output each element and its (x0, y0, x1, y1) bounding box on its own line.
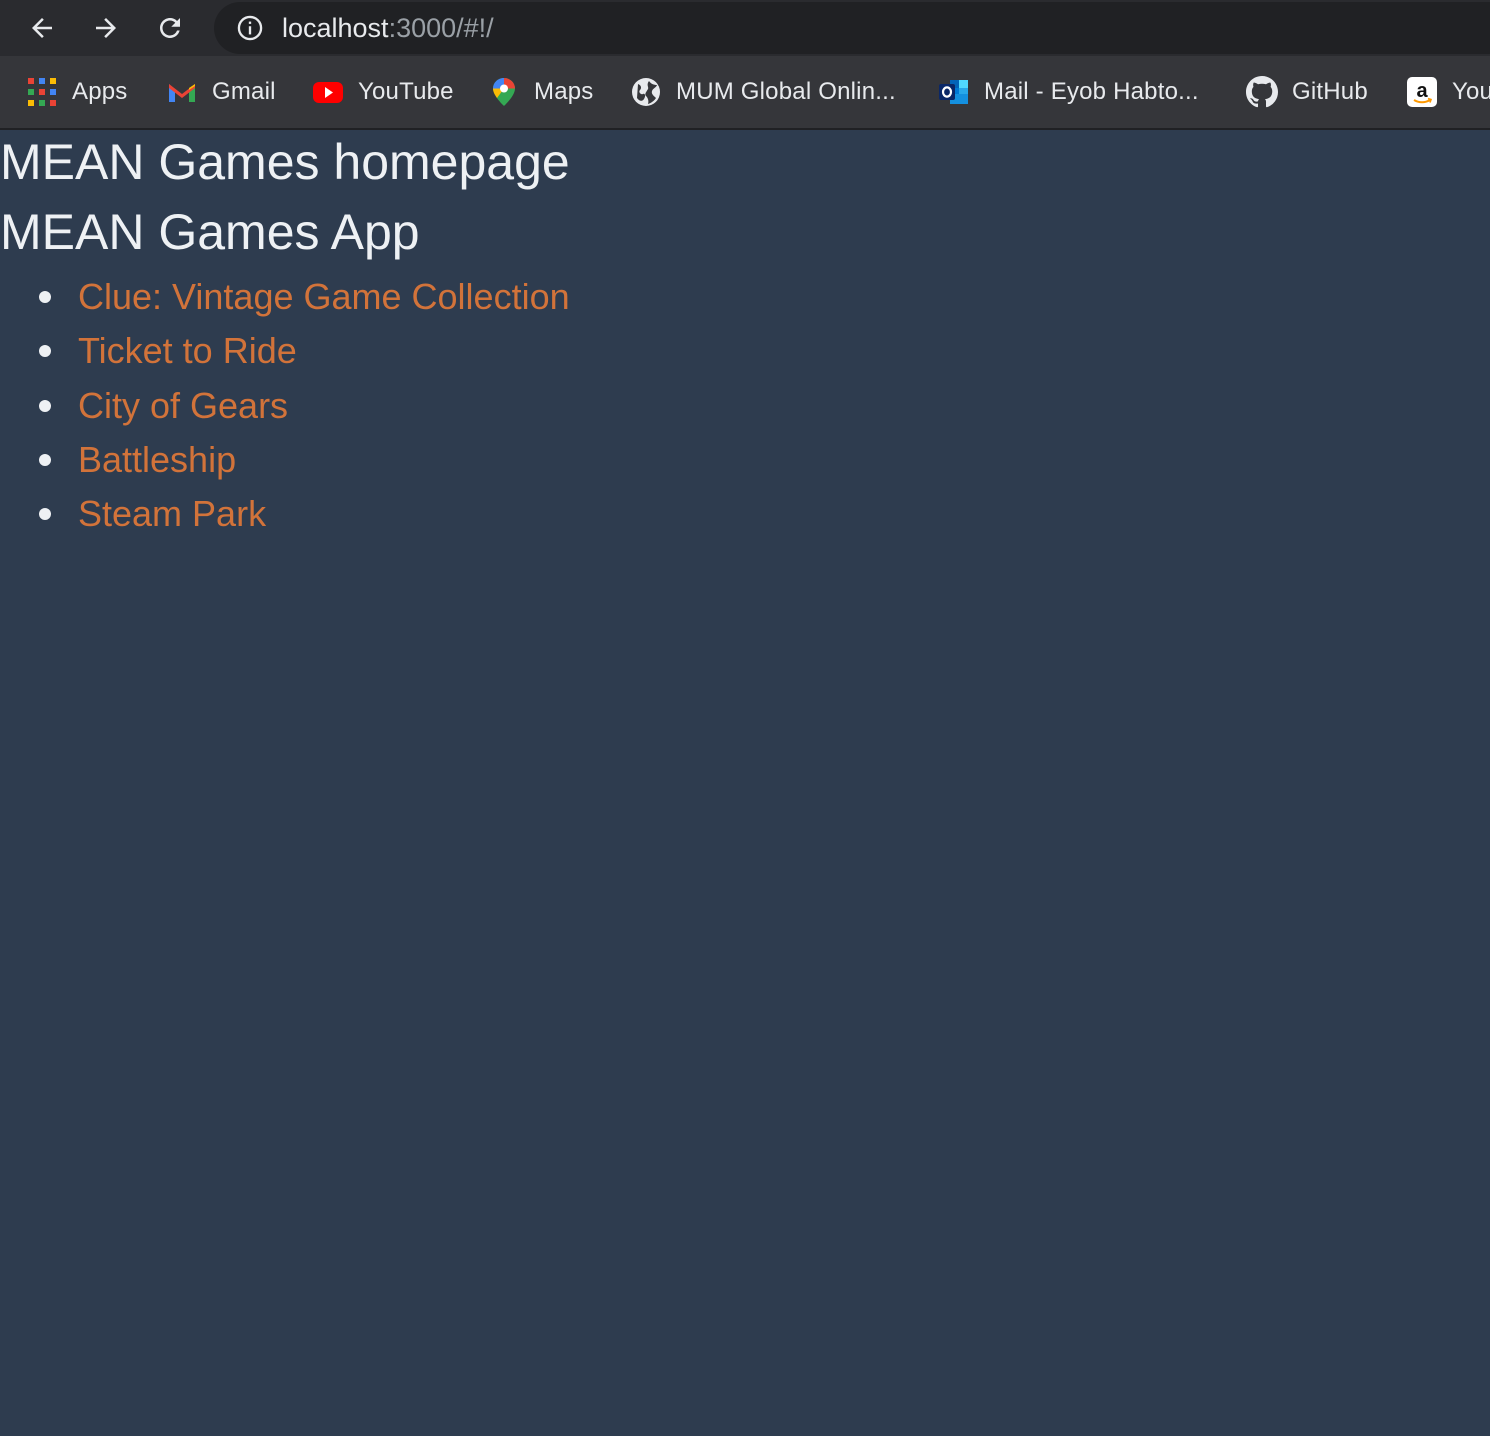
bookmark-maps[interactable]: Maps (488, 56, 594, 128)
bookmark-label: Mail - Eyob Habto... (984, 78, 1199, 105)
maps-pin-icon (488, 76, 520, 108)
bookmark-label: YouTube (358, 78, 454, 105)
page-title: MEAN Games homepage (0, 134, 570, 190)
outlook-icon (938, 76, 970, 108)
svg-text:a: a (1416, 80, 1428, 102)
bookmarks-bar: Apps Gmail YouTube Maps MUM Global Onlin… (0, 56, 1490, 130)
globe-icon (630, 76, 662, 108)
game-link-clue[interactable]: Clue: Vintage Game Collection (78, 276, 570, 317)
url-host: localhost (282, 13, 389, 43)
game-link-steam-park[interactable]: Steam Park (78, 493, 266, 534)
bookmark-label: You (1452, 78, 1490, 105)
youtube-icon (312, 76, 344, 108)
bookmark-youtube[interactable]: YouTube (312, 56, 454, 128)
reload-icon (160, 18, 180, 38)
games-list: Clue: Vintage Game Collection Ticket to … (0, 270, 570, 541)
github-icon (1246, 76, 1278, 108)
address-bar[interactable]: localhost:3000/#!/ (214, 2, 1490, 54)
bullet-marker (39, 399, 51, 412)
back-button[interactable] (22, 8, 62, 48)
bookmark-label: GitHub (1292, 78, 1368, 105)
arrow-left-icon (32, 18, 52, 38)
bookmark-label: MUM Global Onlin... (676, 78, 896, 105)
bookmark-gmail[interactable]: Gmail (166, 56, 276, 128)
bookmark-label: Maps (534, 78, 594, 105)
bookmark-github[interactable]: GitHub (1246, 56, 1368, 128)
url-text[interactable]: localhost:3000/#!/ (282, 2, 494, 54)
bullet-marker (39, 345, 51, 358)
list-item: Clue: Vintage Game Collection (0, 270, 570, 324)
browser-toolbar: localhost:3000/#!/ (0, 0, 1490, 56)
arrow-right-icon (96, 18, 116, 38)
bookmark-mum-global-online[interactable]: MUM Global Onlin... (630, 56, 896, 128)
info-icon[interactable] (236, 14, 264, 42)
list-item: Ticket to Ride (0, 324, 570, 378)
bullet-marker (39, 453, 51, 466)
bookmark-label: Apps (72, 78, 128, 105)
apps-grid-icon (26, 76, 58, 108)
game-link-city-of-gears[interactable]: City of Gears (78, 385, 288, 426)
bullet-marker (39, 508, 51, 521)
list-item: Steam Park (0, 487, 570, 541)
bullet-marker (39, 291, 51, 303)
bookmark-amazon[interactable]: a You (1406, 56, 1490, 128)
gmail-icon (166, 76, 198, 108)
reload-button[interactable] (150, 8, 190, 48)
game-link-battleship[interactable]: Battleship (78, 439, 236, 480)
forward-button[interactable] (86, 8, 126, 48)
bookmark-apps[interactable]: Apps (26, 56, 128, 128)
list-item: Battleship (0, 433, 570, 487)
game-link-ticket-to-ride[interactable]: Ticket to Ride (78, 330, 297, 371)
app-title: MEAN Games App (0, 204, 420, 260)
url-path: :3000/#!/ (388, 13, 494, 43)
amazon-icon: a (1406, 76, 1438, 108)
bookmark-outlook-mail[interactable]: Mail - Eyob Habto... (938, 56, 1199, 128)
list-item: City of Gears (0, 379, 570, 433)
bookmark-label: Gmail (212, 78, 276, 105)
